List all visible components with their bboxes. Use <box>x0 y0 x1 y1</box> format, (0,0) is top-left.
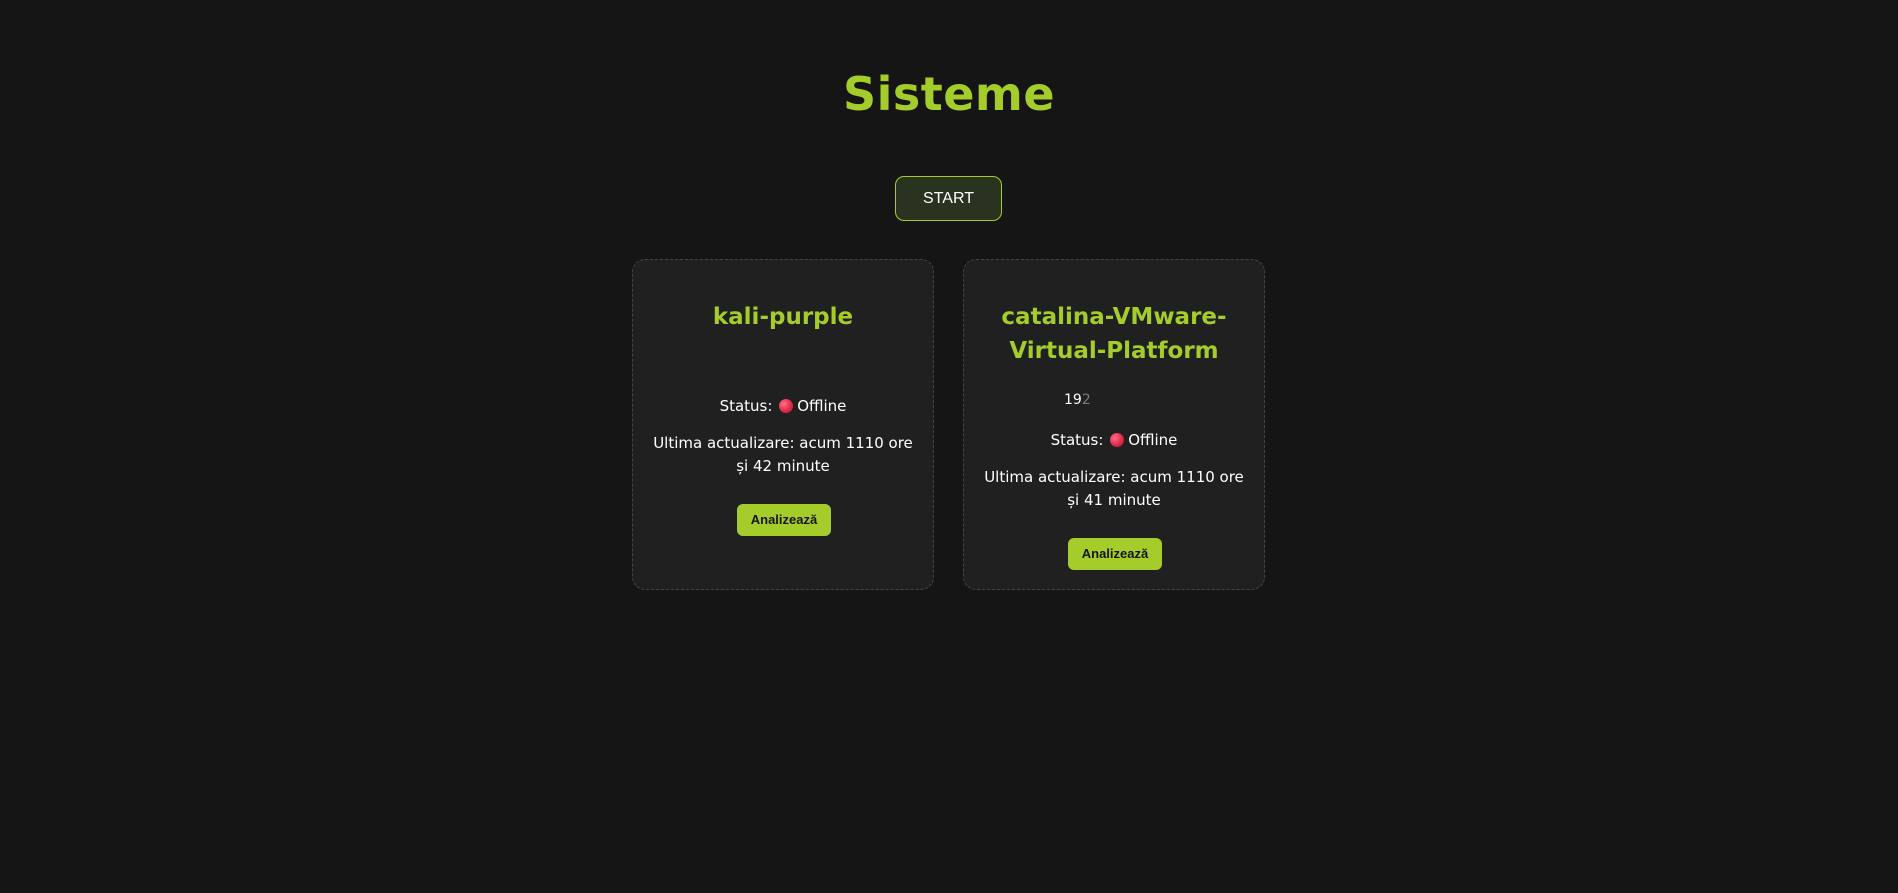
start-button[interactable]: START <box>895 176 1002 221</box>
system-card-kali-purple: kali-purple Status: Offline Ultima actua… <box>632 259 934 590</box>
status-value: Offline <box>797 397 847 415</box>
red-circle-icon <box>1110 433 1125 447</box>
system-name: catalina-VMware-Virtual-Platform <box>1001 304 1227 364</box>
page-title: Sisteme <box>842 67 1056 121</box>
last-update-text: Ultima actualizare: acum 1110 ore și 42 … <box>653 434 913 475</box>
status-label: Status: <box>1050 431 1104 449</box>
ip-faded: 2 <box>1081 392 1091 408</box>
status-value: Offline <box>1128 431 1178 449</box>
ip-visible: 19 <box>1064 392 1082 408</box>
analyze-button[interactable]: Analizează <box>737 504 831 536</box>
ip-address: 192 <box>1064 392 1091 408</box>
page: Sisteme START kali-purple Status: Offlin… <box>0 0 1898 893</box>
system-card-catalina: catalina-VMware-Virtual-Platform 192 Sta… <box>963 259 1265 590</box>
status-line: Status: Offline <box>964 429 1264 451</box>
system-name: kali-purple <box>712 304 854 330</box>
status-line: Status: Offline <box>633 395 933 417</box>
last-update-text: Ultima actualizare: acum 1110 ore și 41 … <box>984 468 1244 509</box>
red-circle-icon <box>779 399 794 413</box>
status-label: Status: <box>719 397 773 415</box>
analyze-button[interactable]: Analizează <box>1068 538 1162 570</box>
